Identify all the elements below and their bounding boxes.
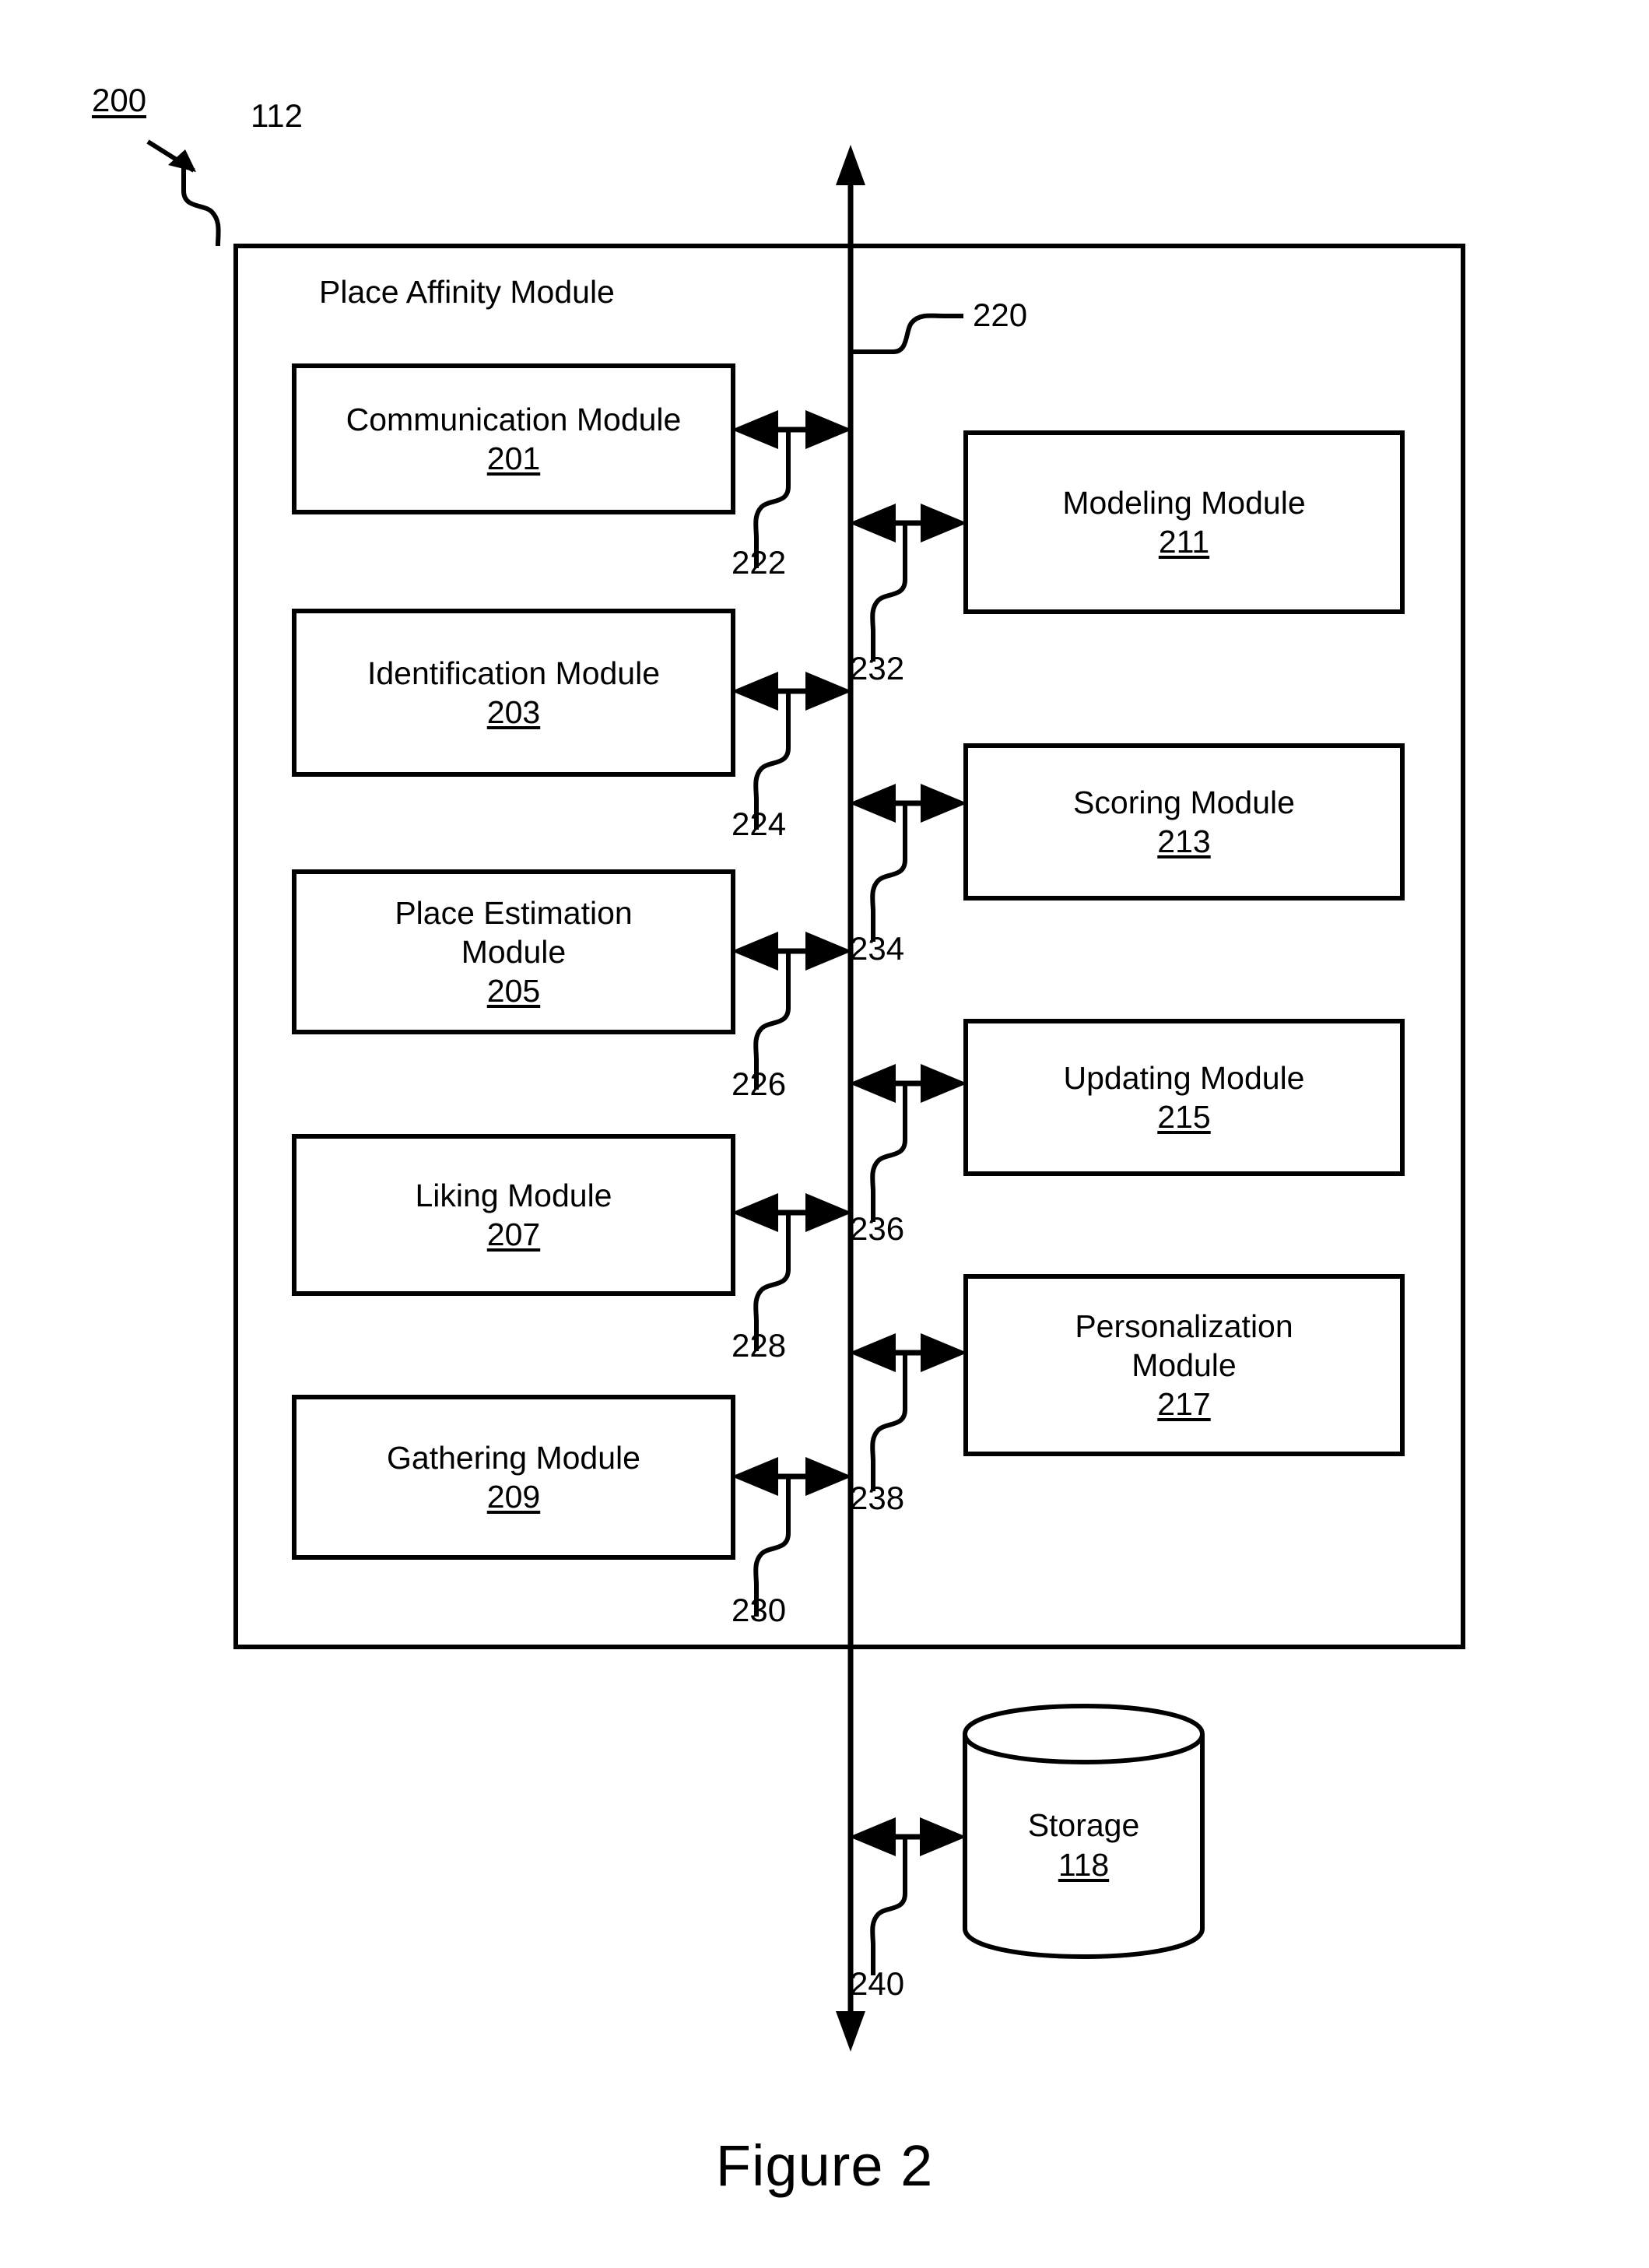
place-affinity-module-title: Place Affinity Module (319, 274, 615, 310)
lead-line-220 (851, 313, 963, 354)
module-label-communication[interactable]: Communication Module 201 (294, 366, 733, 512)
module-label-liking[interactable]: Liking Module 207 (294, 1136, 733, 1294)
lead-arrow-200 (146, 139, 196, 173)
module-number-207: 207 (486, 1217, 541, 1252)
reference-numeral-236: 236 (850, 1210, 905, 1247)
reference-numeral-224: 224 (732, 806, 787, 842)
module-label-identification[interactable]: Identification Module 203 (294, 611, 733, 774)
module-name-communication: Communication Module (346, 401, 682, 437)
reference-numeral-230: 230 (732, 1592, 787, 1628)
connector-232 (849, 504, 967, 662)
module-name-place-estimation: Place Estimation Module (395, 894, 633, 970)
module-number-217: 217 (1157, 1386, 1211, 1422)
module-label-place-estimation[interactable]: Place Estimation Module 205 (294, 872, 733, 1032)
connector-240 (849, 1817, 967, 1975)
figure-canvas: 200 112 Place Affinity Module 220 Commun… (0, 0, 1649, 2268)
reference-numeral-220: 220 (973, 297, 1028, 333)
storage-label[interactable]: Storage 118 (965, 1806, 1202, 1886)
connector-236 (849, 1064, 967, 1222)
module-number-201: 201 (486, 441, 541, 476)
reference-numeral-232: 232 (850, 650, 905, 686)
module-number-213: 213 (1157, 823, 1211, 859)
storage-name: Storage (1027, 1807, 1140, 1843)
reference-numeral-238: 238 (850, 1480, 905, 1516)
module-label-personalization[interactable]: Personalization Module 217 (966, 1276, 1402, 1454)
module-number-211: 211 (1158, 524, 1210, 560)
module-number-203: 203 (486, 694, 541, 730)
reference-numeral-234: 234 (850, 930, 905, 967)
connector-238 (849, 1333, 967, 1491)
module-number-209: 209 (486, 1479, 541, 1515)
module-number-215: 215 (1157, 1099, 1211, 1135)
module-name-liking: Liking Module (415, 1177, 612, 1213)
module-number-205: 205 (486, 973, 541, 1009)
module-label-gathering[interactable]: Gathering Module 209 (294, 1397, 733, 1557)
reference-numeral-200: 200 (92, 82, 147, 118)
module-label-modeling[interactable]: Modeling Module 211 (966, 433, 1402, 612)
connector-234 (849, 784, 967, 942)
reference-numeral-228: 228 (732, 1327, 787, 1364)
module-label-scoring[interactable]: Scoring Module 213 (966, 746, 1402, 898)
reference-numeral-222: 222 (732, 544, 787, 581)
reference-numeral-112: 112 (251, 97, 303, 134)
module-name-personalization: Personalization Module (1075, 1308, 1293, 1383)
module-name-updating: Updating Module (1063, 1059, 1305, 1096)
module-name-modeling: Modeling Module (1062, 484, 1306, 521)
reference-numeral-240: 240 (850, 1965, 905, 2002)
module-name-gathering: Gathering Module (387, 1439, 640, 1476)
figure-caption: Figure 2 (715, 2133, 934, 2198)
module-name-identification: Identification Module (367, 655, 661, 691)
module-label-updating[interactable]: Updating Module 215 (966, 1021, 1402, 1174)
module-name-scoring: Scoring Module (1073, 784, 1295, 820)
lead-line-112 (181, 158, 221, 247)
storage-number-118: 118 (1058, 1847, 1110, 1884)
reference-numeral-226: 226 (732, 1066, 787, 1102)
